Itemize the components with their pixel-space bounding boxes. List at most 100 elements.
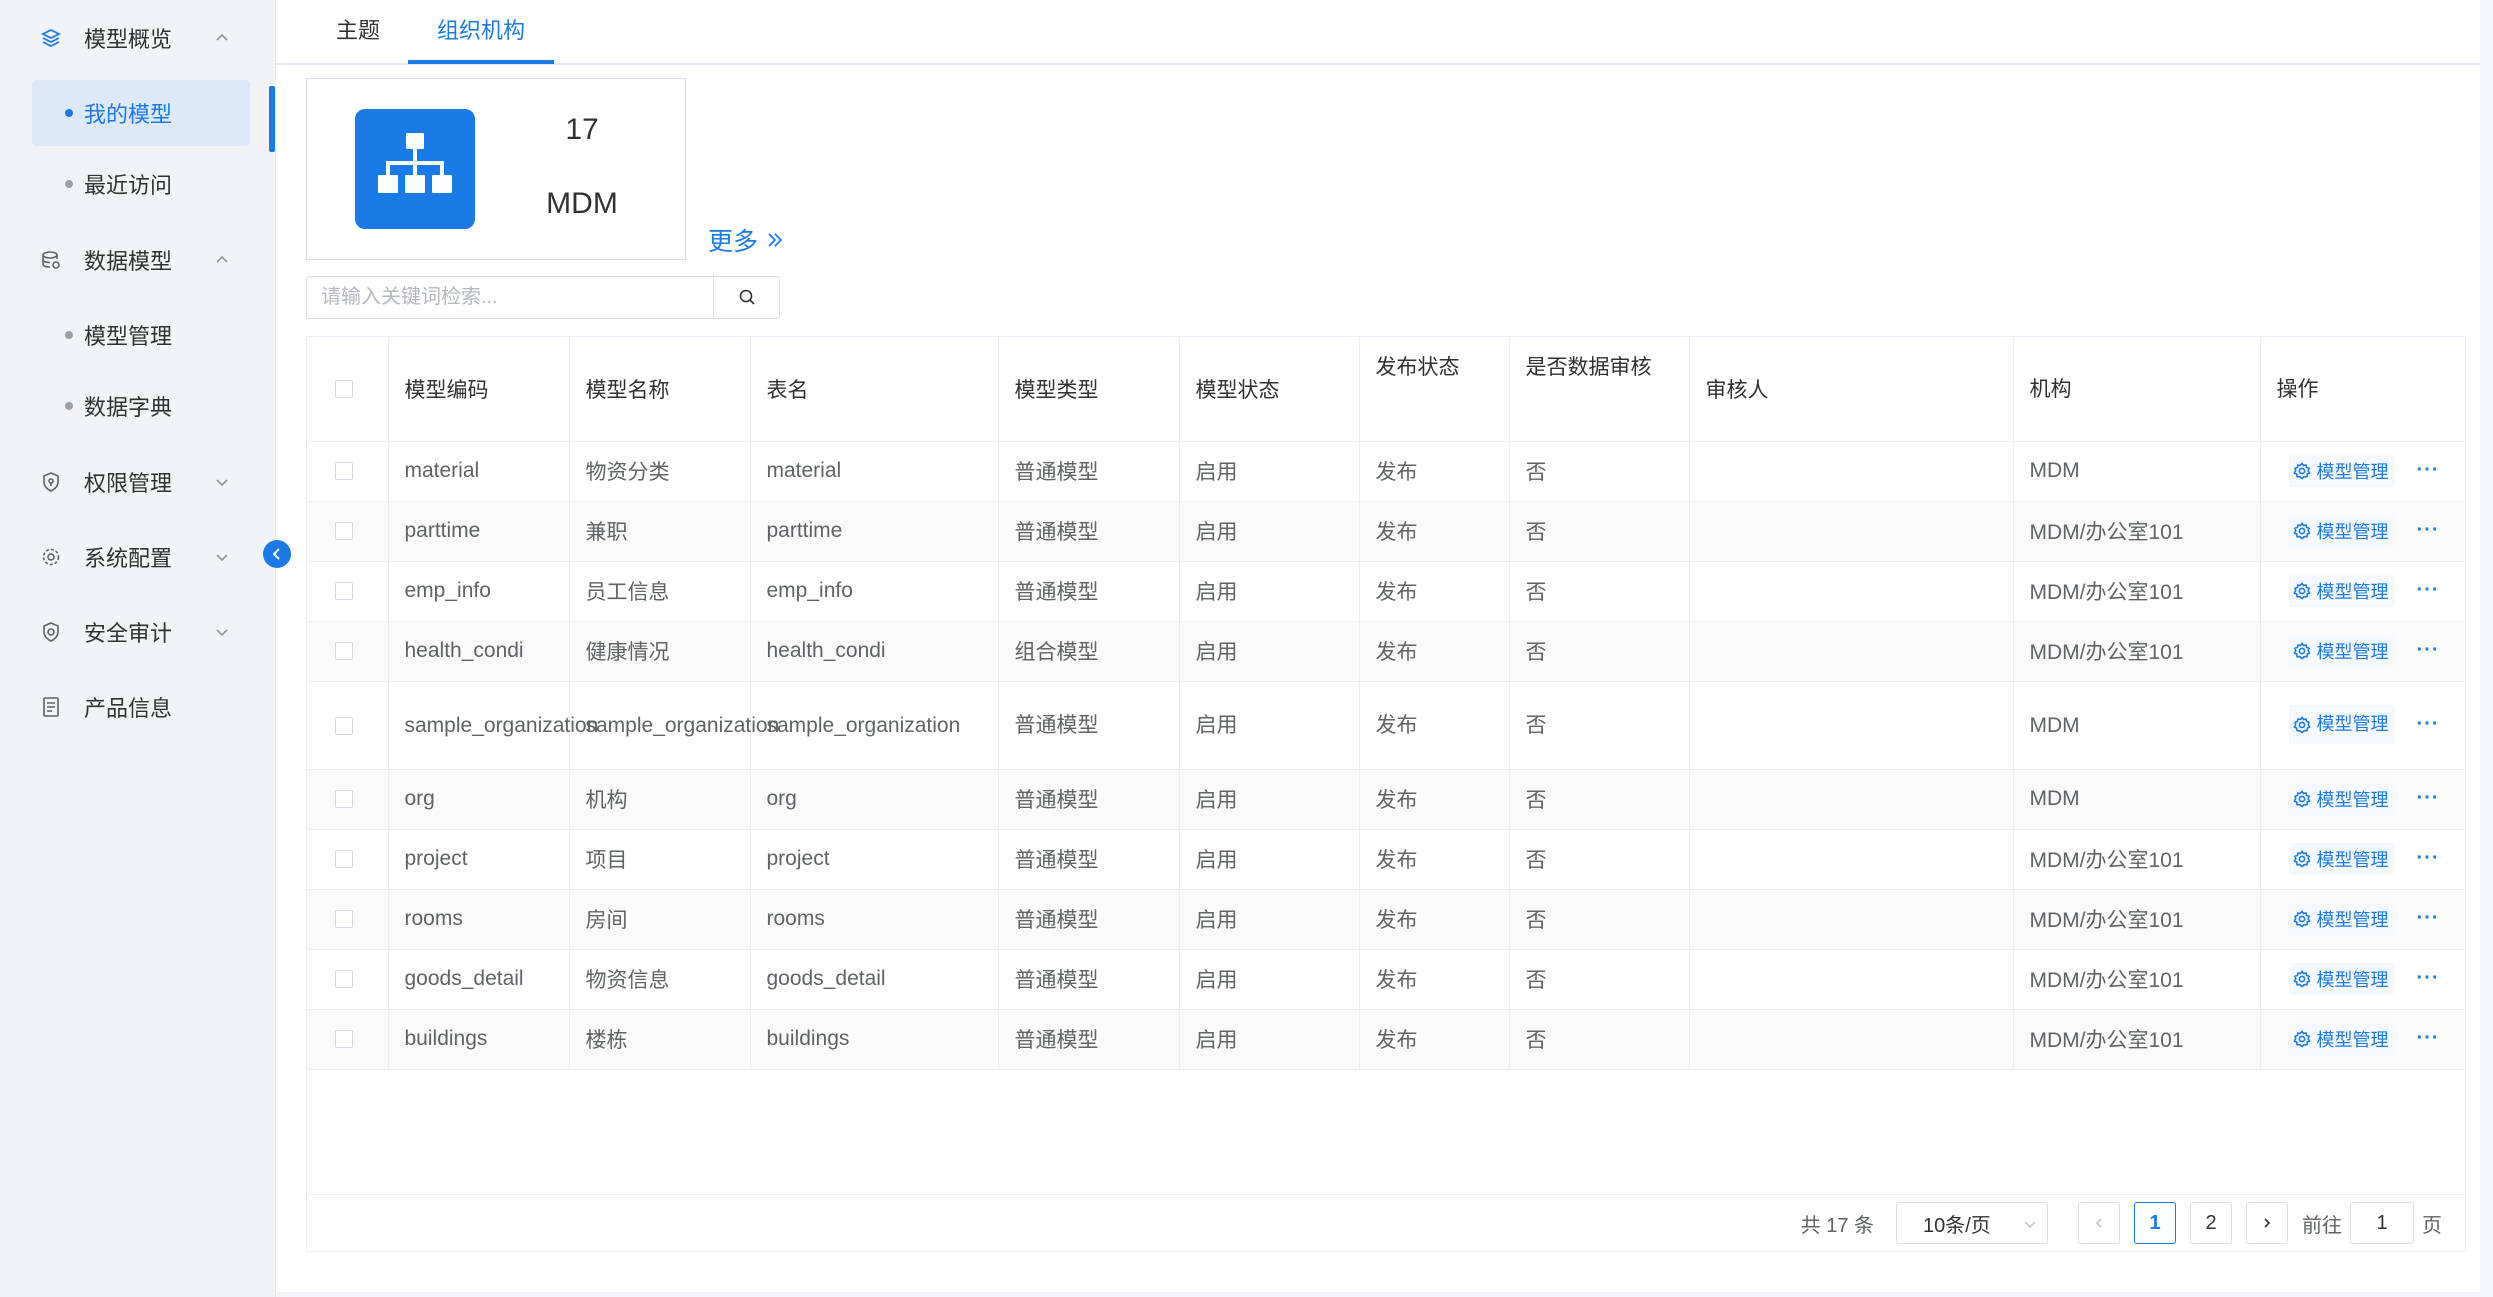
row-checkbox[interactable] <box>335 462 353 481</box>
row-checkbox[interactable] <box>335 716 353 735</box>
more-link[interactable]: 更多 <box>708 222 784 258</box>
cell-organization: MDM/办公室101 <box>2013 829 2261 890</box>
more-actions-icon[interactable]: ··· <box>2417 847 2440 870</box>
more-actions-icon[interactable]: ··· <box>2417 787 2440 810</box>
row-checkbox[interactable] <box>335 970 353 989</box>
table-row[interactable]: org 机构 org 普通模型 启用 发布否 MDM 模型管理 ··· <box>307 769 2464 830</box>
menu-group-model-overview[interactable]: 模型概览 <box>0 0 275 75</box>
search-button[interactable] <box>713 277 779 317</box>
row-checkbox-cell <box>307 681 389 770</box>
cell-actions: 模型管理 ··· <box>2260 769 2464 830</box>
row-checkbox[interactable] <box>335 1030 353 1049</box>
header-actions: 操作 <box>2260 337 2464 442</box>
more-actions-icon[interactable]: ··· <box>2417 907 2440 930</box>
table-row[interactable]: goods_detail 物资信息 goods_detail 普通模型 启用 发布否 MDM… <box>307 949 2464 1010</box>
table-row[interactable]: rooms 房间 rooms 普通模型 启用 发布否 MDM/办公室101 模型管理 ··· <box>307 889 2464 950</box>
table-row[interactable]: health_condi 健康情况 health_condi 组合模型 启用 发布否 MDM… <box>307 621 2464 682</box>
cell-model-name: 项目 <box>569 829 751 890</box>
cell-model-type: 组合模型 <box>998 621 1180 682</box>
sidebar-collapse-button[interactable] <box>263 540 291 568</box>
goto-page-input[interactable] <box>2350 1202 2414 1244</box>
table-row[interactable]: parttime 兼职 parttime 普通模型 启用 发布否 MDM/办公室101 模型管… <box>307 501 2464 562</box>
cell-auditor <box>1689 681 2014 770</box>
search-input[interactable] <box>307 277 713 317</box>
more-actions-icon[interactable]: ··· <box>2417 708 2440 741</box>
table-row[interactable]: material 物资分类 material 普通模型 启用 发布否 MDM 模型管理 ··· <box>307 441 2464 502</box>
sidebar-item-data-dictionary[interactable]: 数据字典 <box>32 373 250 439</box>
table-row[interactable]: emp_info 员工信息 emp_info 普通模型 启用 发布否 MDM/办公室101 模… <box>307 561 2464 622</box>
table-row[interactable]: buildings 楼栋 buildings 普通模型 启用 发布否 MDM/办公室101 模… <box>307 1009 2464 1070</box>
row-checkbox[interactable] <box>335 910 353 929</box>
cell-model-type: 普通模型 <box>998 501 1180 562</box>
sidebar-item-model-management[interactable]: 模型管理 <box>32 302 250 368</box>
model-manage-button[interactable]: 模型管理 <box>2288 783 2395 815</box>
cell-model-name: 物资分类 <box>569 441 751 502</box>
prev-page-button[interactable] <box>2078 1202 2120 1244</box>
model-manage-button[interactable]: 模型管理 <box>2288 903 2395 935</box>
model-manage-button[interactable]: 模型管理 <box>2288 455 2395 487</box>
model-manage-button[interactable]: 模型管理 <box>2288 843 2395 875</box>
menu-group-data-model[interactable]: 数据模型 <box>0 222 275 297</box>
sidebar-item-recent[interactable]: 最近访问 <box>32 151 250 217</box>
tab-organization[interactable]: 组织机构 <box>408 0 554 65</box>
more-actions-icon[interactable]: ··· <box>2417 967 2440 990</box>
cell-actions: 模型管理 ··· <box>2260 501 2464 562</box>
header-model-name: 模型名称 <box>569 337 751 442</box>
model-manage-label: 模型管理 <box>2316 910 2389 930</box>
cell-publish-status: 发布 <box>1359 441 1510 502</box>
model-manage-button[interactable]: 模型管理 <box>2288 705 2395 745</box>
org-model-count: 17 <box>565 113 599 146</box>
select-all-checkbox[interactable] <box>335 380 353 399</box>
chevron-up-icon <box>216 255 228 263</box>
page-button-2[interactable]: 2 <box>2190 1202 2232 1244</box>
more-actions-icon[interactable]: ··· <box>2417 639 2440 662</box>
more-actions-icon[interactable]: ··· <box>2417 519 2440 542</box>
cell-data-audit: 否 <box>1509 1009 1690 1070</box>
model-manage-button[interactable]: 模型管理 <box>2288 575 2395 607</box>
more-actions-icon[interactable]: ··· <box>2417 1027 2440 1050</box>
gear-icon <box>2292 850 2311 868</box>
menu-group-system-config[interactable]: 系统配置 <box>0 519 275 594</box>
page-size-value: 10条/页 <box>1923 1214 1991 1237</box>
page-button-1[interactable]: 1 <box>2134 1202 2176 1244</box>
chevron-up-icon <box>216 33 228 41</box>
more-actions-icon[interactable]: ··· <box>2417 579 2440 602</box>
row-checkbox[interactable] <box>335 850 353 869</box>
model-manage-button[interactable]: 模型管理 <box>2288 963 2395 995</box>
cell-actions: 模型管理 ··· <box>2260 1009 2464 1070</box>
org-card[interactable]: 17 MDM <box>306 78 686 260</box>
menu-group-security-audit[interactable]: 安全审计 <box>0 594 275 669</box>
menu-group-label: 模型概览 <box>84 26 173 52</box>
cell-model-code: org <box>388 769 570 830</box>
menu-group-label: 数据模型 <box>84 248 173 274</box>
row-checkbox[interactable] <box>335 522 353 541</box>
more-actions-icon[interactable]: ··· <box>2417 459 2440 482</box>
main-content: 主题 组织机构 17 MDM 更多 请输入关键词检索... 模型编码 模型名称 … <box>276 0 2493 1297</box>
tab-theme[interactable]: 主题 <box>336 0 380 65</box>
cell-model-code: sample_organization <box>388 681 598 770</box>
gear-icon <box>2292 582 2311 600</box>
next-page-button[interactable] <box>2246 1202 2288 1244</box>
cell-model-type: 普通模型 <box>998 1009 1180 1070</box>
cell-model-type: 普通模型 <box>998 829 1180 890</box>
tab-active-indicator <box>408 60 554 64</box>
table-row[interactable]: project 项目 project 普通模型 启用 发布否 MDM/办公室101 模型管理 ·… <box>307 829 2464 890</box>
row-checkbox[interactable] <box>335 790 353 809</box>
cell-model-status: 启用 <box>1179 829 1360 890</box>
cell-data-audit: 否 <box>1509 441 1690 502</box>
sidebar-item-my-models[interactable]: 我的模型 <box>32 80 250 146</box>
table-row[interactable]: sample_organization sample_organization sa… <box>307 681 2464 770</box>
model-manage-button[interactable]: 模型管理 <box>2288 1023 2395 1055</box>
page-size-select[interactable]: 10条/页 <box>1896 1202 2048 1244</box>
menu-group-permissions[interactable]: 权限管理 <box>0 444 275 519</box>
row-checkbox[interactable] <box>335 582 353 601</box>
cell-data-audit: 否 <box>1509 949 1690 1010</box>
header-organization: 机构 <box>2013 337 2261 442</box>
model-manage-button[interactable]: 模型管理 <box>2288 635 2395 667</box>
audit-shield-icon <box>40 621 62 643</box>
row-checkbox[interactable] <box>335 642 353 661</box>
cell-model-code: parttime <box>388 501 570 562</box>
cell-model-name: 机构 <box>569 769 751 830</box>
menu-group-product-info[interactable]: 产品信息 <box>0 669 275 744</box>
model-manage-button[interactable]: 模型管理 <box>2288 515 2395 547</box>
